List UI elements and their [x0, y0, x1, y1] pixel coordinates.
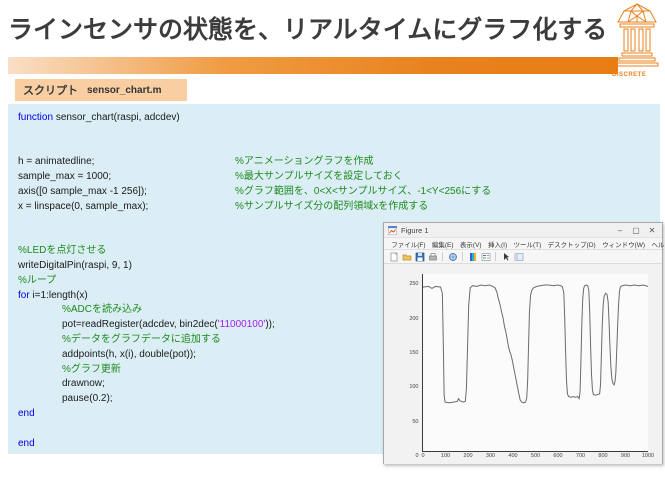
menu-item[interactable]: ウィンドウ(W)	[599, 239, 648, 249]
x-tick-label: 300	[486, 453, 495, 459]
y-tick-label: 0	[415, 453, 418, 459]
toolbar-separator	[462, 252, 463, 261]
figure-window-title: Figure 1	[401, 226, 429, 235]
code-keyword: end	[18, 438, 35, 449]
toolbar-separator	[442, 252, 443, 261]
code-comment: %最大サンプルサイズを設定しておく	[235, 170, 403, 185]
minimize-button[interactable]: –	[612, 223, 628, 238]
script-label-box: スクリプト sensor_chart.m	[15, 79, 187, 101]
window-controls: –▢✕	[612, 223, 660, 238]
y-tick-label: 100	[409, 384, 418, 390]
code-line: function sensor_chart(raspi, adcdev)	[8, 111, 660, 126]
toolbar-separator	[495, 252, 496, 261]
link-icon[interactable]	[447, 251, 458, 262]
accent-bar	[8, 57, 618, 74]
code-comment: %ADCを読み込み	[62, 304, 142, 315]
menu-item[interactable]: 編集(E)	[429, 239, 457, 249]
code-comment: %サンプルサイズ分の配列領域xを作成する	[235, 200, 428, 215]
figure-toolbar	[384, 250, 662, 264]
code-keyword: end	[18, 408, 35, 419]
code-text: writeDigitalPin(raspi, 9, 1)	[18, 260, 132, 271]
x-tick-label: 800	[598, 453, 607, 459]
sensor-line-chart	[423, 274, 648, 451]
menu-item[interactable]: デスクトップ(D)	[544, 239, 598, 249]
y-tick-label: 50	[412, 419, 418, 425]
menu-item[interactable]: 表示(V)	[457, 239, 485, 249]
code-string: '11000100'	[218, 319, 266, 330]
x-tick-label: 900	[621, 453, 630, 459]
print-icon[interactable]	[427, 251, 438, 262]
logo-text: DISCRETE	[612, 72, 646, 78]
x-tick-label: 200	[463, 453, 472, 459]
code-text: axis([0 sample_max -1 256]);	[18, 186, 147, 197]
code-keyword: for	[18, 290, 32, 301]
code-comment: %グラフ範囲を、0<X<サンプルサイズ、-1<Y<256にする	[235, 185, 491, 200]
code-comment: %データをグラフデータに追加する	[62, 334, 221, 345]
plot-browser-icon[interactable]	[513, 251, 524, 262]
code-text: pot=readRegister(adcdev, bin2dec(	[62, 319, 218, 330]
code-line	[8, 126, 660, 141]
y-tick-label: 150	[409, 350, 418, 356]
x-tick-label: 100	[441, 453, 450, 459]
code-line	[8, 141, 660, 156]
script-filename: sensor_chart.m	[87, 85, 161, 96]
code-comment: %アニメーショングラフを作成	[235, 155, 374, 170]
code-comment: %ループ	[18, 275, 56, 286]
menu-item[interactable]: 挿入(I)	[485, 239, 511, 249]
company-logo: DISCRETE	[612, 2, 665, 84]
code-text: i=1:length(x)	[32, 290, 87, 301]
figure-titlebar[interactable]: Figure 1 –▢✕	[384, 223, 662, 238]
code-text: ));	[265, 319, 274, 330]
new-file-icon[interactable]	[388, 251, 399, 262]
x-tick-label: 600	[553, 453, 562, 459]
figure-menubar: ファイル(F)編集(E)表示(V)挿入(I)ツール(T)デスクトップ(D)ウィン…	[384, 238, 662, 250]
code-text: sample_max = 1000;	[18, 171, 111, 182]
code-comment: %LEDを点灯させる	[18, 245, 106, 256]
code-text: drawnow;	[62, 378, 105, 389]
pointer-icon[interactable]	[500, 251, 511, 262]
code-text: addpoints(h, x(i), double(pot));	[62, 349, 196, 360]
plot-area: 050100150200250 010020030040050060070080…	[422, 274, 648, 452]
y-tick-label: 250	[409, 281, 418, 287]
pavilion-logo-icon	[612, 2, 662, 70]
close-button[interactable]: ✕	[644, 223, 660, 238]
code-text: pause(0.2);	[62, 393, 113, 404]
code-keyword: function	[18, 112, 56, 123]
y-tick-label: 200	[409, 316, 418, 322]
x-tick-label: 0	[421, 453, 424, 459]
matlab-figure-window: Figure 1 –▢✕ ファイル(F)編集(E)表示(V)挿入(I)ツール(T…	[383, 222, 663, 464]
menu-item[interactable]: ツール(T)	[510, 239, 544, 249]
figure-app-icon	[388, 226, 397, 235]
code-text: sensor_chart(raspi, adcdev)	[56, 112, 180, 123]
open-folder-icon[interactable]	[401, 251, 412, 262]
code-line: axis([0 sample_max -1 256]); %グラフ範囲を、0<X<…	[8, 185, 660, 200]
x-tick-label: 400	[508, 453, 517, 459]
menu-item[interactable]: ファイル(F)	[388, 239, 429, 249]
x-tick-label: 700	[576, 453, 585, 459]
code-line: sample_max = 1000; %最大サンプルサイズを設定しておく	[8, 170, 660, 185]
menu-item[interactable]: ヘルプ(H)	[648, 239, 665, 249]
maximize-button[interactable]: ▢	[628, 223, 644, 238]
page-title: ラインセンサの状態を、リアルタイムにグラフ化する	[8, 10, 618, 46]
script-label: スクリプト	[23, 82, 78, 98]
insert-legend-icon[interactable]	[480, 251, 491, 262]
figure-canvas: 0 50 100 150 200 250 0 100 200 300 400 500 600 700 80…	[384, 264, 662, 464]
x-tick-label: 1000	[642, 453, 654, 459]
code-text: h = animatedline;	[18, 156, 94, 167]
code-line: x = linspace(0, sample_max); %サンプルサイズ分の配列…	[8, 200, 660, 215]
insert-colorbar-icon[interactable]	[467, 251, 478, 262]
slide: ラインセンサの状態を、リアルタイムにグラフ化する DISCRETE スクリプト …	[0, 0, 665, 477]
save-icon[interactable]	[414, 251, 425, 262]
x-tick-label: 500	[531, 453, 540, 459]
code-comment: %グラフ更新	[62, 364, 121, 375]
code-line: h = animatedline; %アニメーショングラフを作成	[8, 155, 660, 170]
code-text: x = linspace(0, sample_max);	[18, 201, 148, 212]
